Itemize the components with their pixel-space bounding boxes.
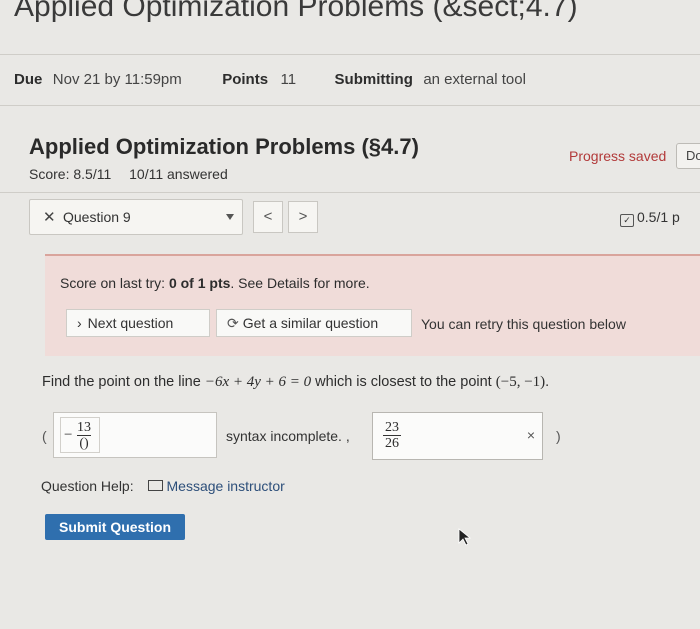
clear-icon[interactable]: × — [527, 427, 535, 443]
denominator: 26 — [383, 435, 401, 451]
close-paren: ) — [556, 428, 561, 444]
refresh-icon: ⟳ — [227, 315, 239, 331]
question-text-end: . — [545, 374, 550, 390]
question-text-middle: which is closest to the point — [311, 374, 496, 390]
quiz-title: Applied Optimization Problems (§4.7) — [29, 134, 419, 159]
open-paren: ( — [42, 428, 47, 444]
fraction-input[interactable]: − 13 () — [60, 417, 100, 453]
submitting-label: Submitting — [334, 71, 413, 88]
denominator: () — [77, 435, 91, 451]
points-value: 11 — [280, 71, 297, 88]
divider — [0, 54, 700, 55]
question-help-label: Question Help: — [41, 478, 134, 494]
submitting-value: an external tool — [423, 71, 526, 88]
message-instructor-link[interactable]: Message instructor — [147, 478, 285, 494]
question-select-label: Question 9 — [63, 209, 131, 225]
points-label: Points — [222, 71, 269, 88]
divider — [0, 192, 700, 193]
minus-sign: − — [64, 427, 73, 443]
next-question-label: Next question — [87, 315, 174, 331]
checkbox-icon: ✓ — [620, 214, 634, 227]
next-question-arrow-button[interactable]: > — [288, 201, 318, 233]
progress-saved-status: Progress saved — [569, 148, 667, 164]
feedback-panel — [45, 254, 700, 356]
mouse-cursor-icon — [458, 528, 472, 546]
question-text-before: Find the point on the line — [42, 374, 205, 390]
divider — [0, 105, 700, 106]
x-coordinate-answer-field[interactable]: − 13 () — [53, 412, 217, 458]
next-question-button[interactable]: › Next question — [66, 309, 210, 337]
message-instructor-label: Message instructor — [166, 478, 285, 494]
score-summary: Score: 8.5/11 10/11 answered — [29, 166, 228, 182]
question-text: Find the point on the line −6x + 4y + 6 … — [42, 374, 549, 391]
y-coordinate-answer-field[interactable]: 23 26 × — [372, 412, 543, 460]
incorrect-icon: ✕ — [43, 209, 56, 226]
answered-text: 10/11 answered — [129, 166, 228, 182]
question-score: ✓ 0.5/1 p — [620, 209, 680, 227]
due-value: Nov 21 by 11:59pm — [52, 71, 182, 88]
question-help: Question Help: Message instructor — [41, 478, 285, 494]
fraction: 23 26 — [383, 420, 401, 451]
numerator: 23 — [385, 420, 399, 435]
assignment-meta: Due Nov 21 by 11:59pm Points 11 Submitti… — [14, 71, 526, 89]
previous-question-button[interactable]: < — [253, 201, 283, 233]
chevron-right-icon: › — [77, 315, 82, 331]
last-try-score-value: 0 of 1 pts — [168, 275, 231, 291]
caret-down-icon — [226, 214, 234, 220]
due-label: Due — [14, 71, 43, 88]
numerator: 13 — [77, 420, 91, 435]
submit-question-button[interactable]: Submit Question — [45, 514, 185, 540]
score-text: Score: 8.5/11 — [29, 166, 112, 182]
last-try-prefix: Score on last try: — [60, 275, 169, 291]
syntax-message: syntax incomplete. , — [226, 428, 350, 444]
target-point: (−5, −1) — [495, 374, 546, 390]
page-title: Applied Optimization Problems (&sect;4.7… — [14, 0, 578, 23]
similar-question-label: Get a similar question — [242, 315, 379, 331]
retry-message: You can retry this question below — [421, 316, 626, 332]
last-try-score: Score on last try: 0 of 1 pts. See Detai… — [60, 275, 370, 291]
question-score-value: 0.5/1 p — [637, 209, 680, 225]
done-button[interactable]: Do — [676, 143, 700, 169]
similar-question-button[interactable]: ⟳ Get a similar question — [216, 309, 412, 337]
last-try-suffix: . See Details for more. — [230, 275, 370, 291]
question-select[interactable]: ✕ Question 9 — [29, 199, 243, 235]
fraction: 13 () — [75, 420, 93, 451]
equation: −6x + 4y + 6 = 0 — [204, 374, 312, 390]
envelope-icon — [147, 480, 163, 491]
